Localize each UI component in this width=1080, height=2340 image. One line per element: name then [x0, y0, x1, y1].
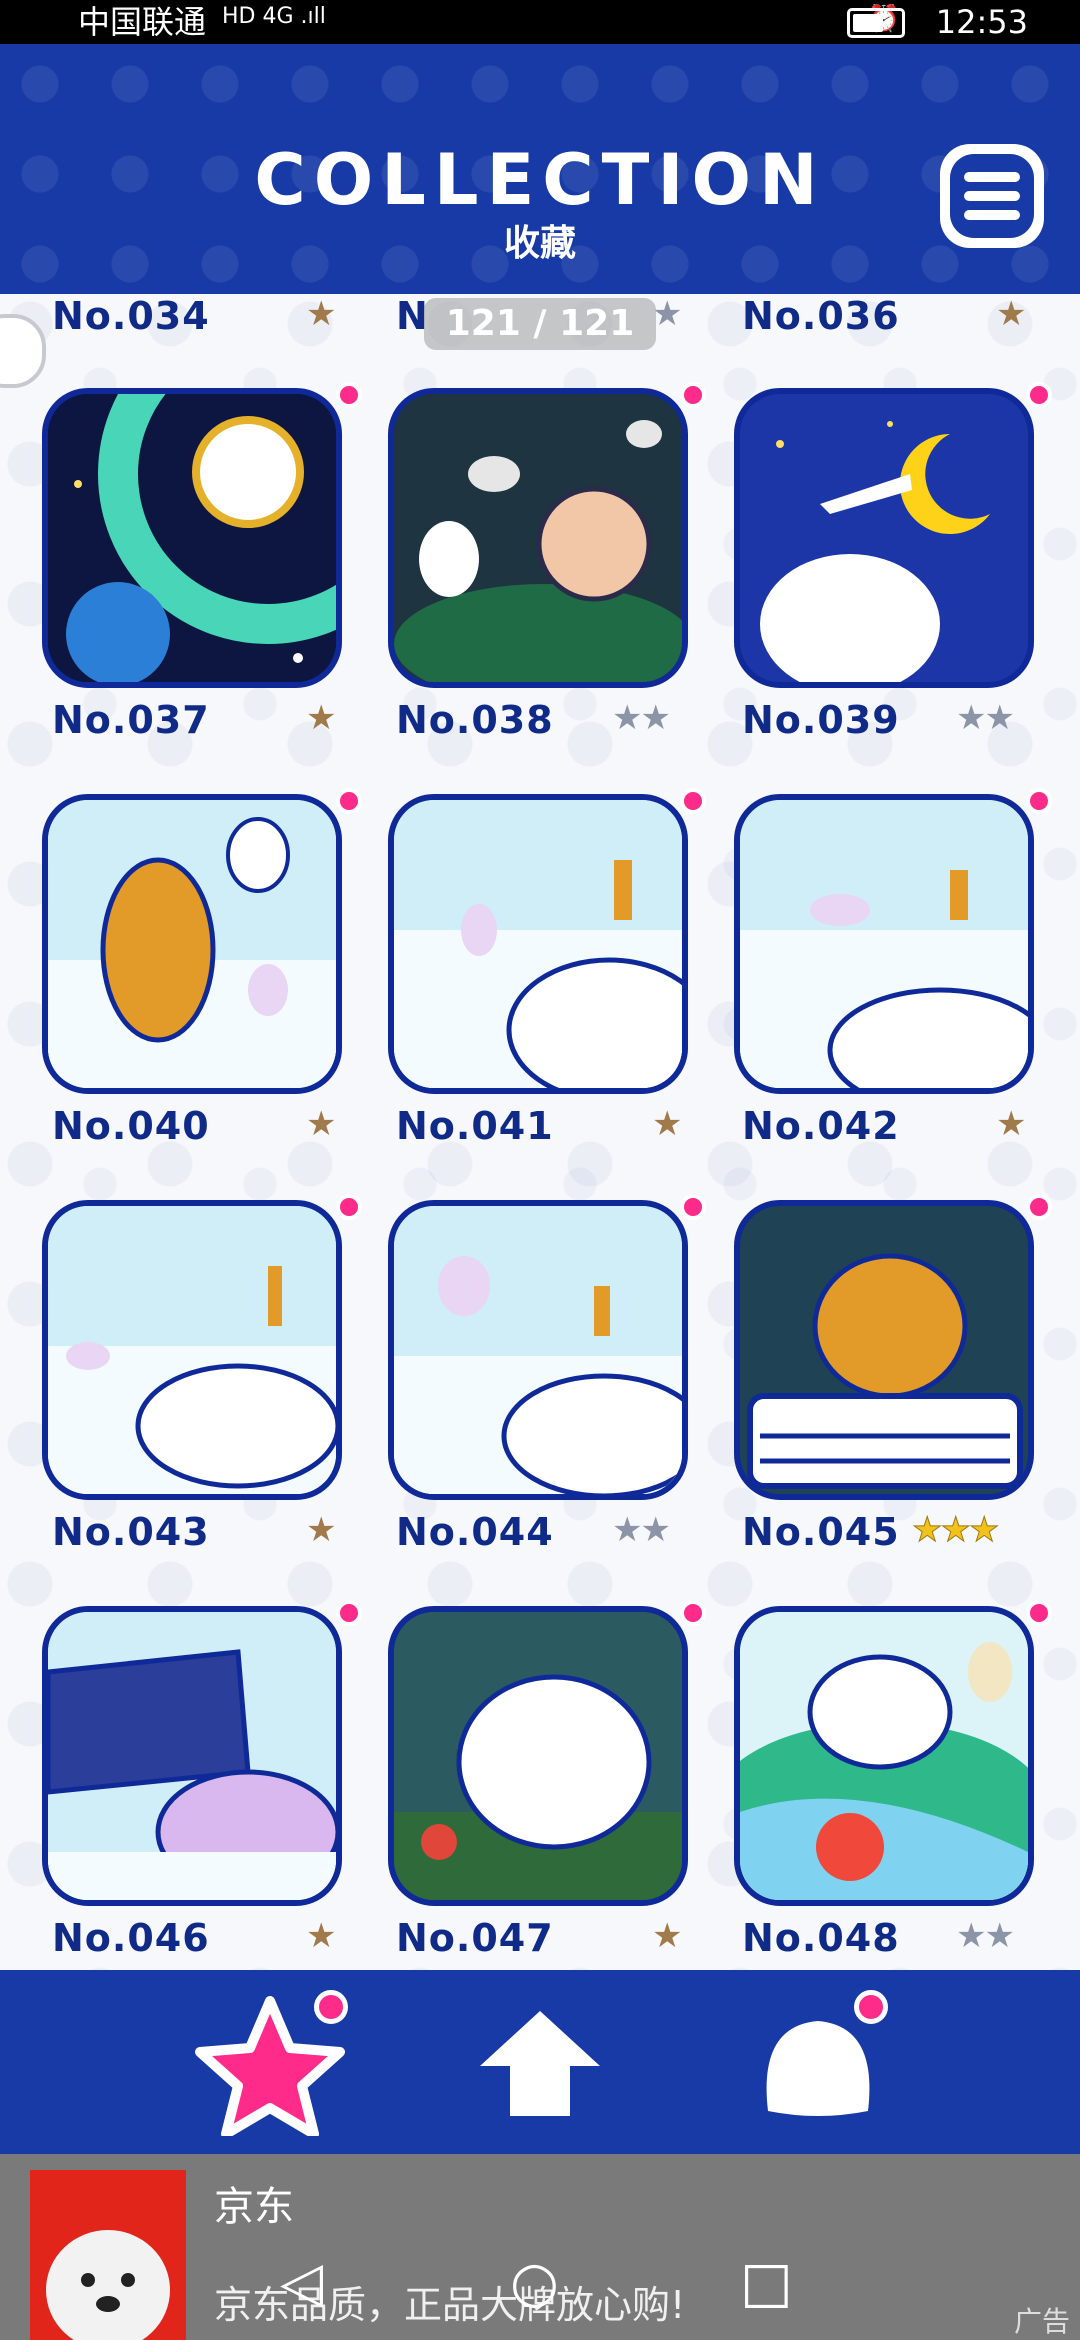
- nav-badge: [854, 1990, 888, 2024]
- star-rating: ★: [306, 698, 337, 738]
- collection-card[interactable]: [734, 1200, 1034, 1500]
- new-badge: [336, 1194, 362, 1220]
- card-artwork: [394, 1206, 682, 1494]
- item-number: No.040: [52, 1104, 210, 1148]
- item-number: No.048: [742, 1916, 900, 1960]
- system-navigation: ◁ ○ □: [0, 2226, 1080, 2340]
- card-artwork: [740, 1612, 1028, 1900]
- star-rating: ★: [652, 1104, 683, 1144]
- item-number: No.039: [742, 698, 900, 742]
- new-badge: [680, 382, 706, 408]
- star-rating: ★: [306, 1916, 337, 1956]
- recents-icon[interactable]: □: [740, 2250, 793, 2315]
- star-rating: ★: [652, 294, 683, 334]
- star-rating: ★★: [612, 698, 671, 738]
- collection-card[interactable]: [388, 1606, 688, 1906]
- card-artwork: [48, 1206, 336, 1494]
- status-bar: 中国联通 HD 4G .ıll ⏰ 12:53: [0, 0, 1080, 44]
- nav-home[interactable]: [470, 2006, 610, 2126]
- card-artwork: [740, 394, 1028, 682]
- character-icon: [766, 2021, 870, 2116]
- item-number: No.043: [52, 1510, 210, 1554]
- ad-title: 京东: [214, 2184, 294, 2230]
- back-icon[interactable]: ◁: [280, 2250, 323, 2315]
- collection-card[interactable]: [734, 1606, 1034, 1906]
- new-badge: [680, 1194, 706, 1220]
- collection-card[interactable]: [42, 388, 342, 688]
- star-rating: ★: [306, 294, 337, 334]
- new-badge: [680, 788, 706, 814]
- page-title: COLLECTION: [254, 139, 826, 221]
- carrier-label: 中国联通: [78, 3, 207, 41]
- item-number: No.037: [52, 698, 210, 742]
- item-number: No.044: [396, 1510, 554, 1554]
- home-circle-icon[interactable]: ○: [510, 2250, 559, 2315]
- item-number: No.045: [742, 1510, 900, 1554]
- side-scroll-tab[interactable]: [0, 314, 46, 388]
- page-subtitle: 收藏: [503, 223, 576, 264]
- menu-button[interactable]: [940, 144, 1044, 248]
- new-badge: [1026, 1194, 1052, 1220]
- item-number: No.042: [742, 1104, 900, 1148]
- hamburger-menu-icon: [950, 154, 1034, 238]
- battery-icon: [847, 8, 905, 38]
- collection-card[interactable]: [42, 794, 342, 1094]
- collection-card[interactable]: [388, 388, 688, 688]
- new-badge: [680, 1600, 706, 1626]
- card-artwork: [394, 394, 682, 682]
- item-number: No.034: [52, 294, 210, 338]
- collection-card[interactable]: [388, 1200, 688, 1500]
- star-rating: ★: [996, 1104, 1027, 1144]
- star-rating: ★: [996, 294, 1027, 334]
- signal-indicators: HD 4G .ıll: [222, 4, 326, 29]
- star-rating: ★★: [956, 1916, 1015, 1956]
- card-artwork: [48, 800, 336, 1088]
- new-badge: [336, 788, 362, 814]
- star-rating: ★★: [956, 698, 1015, 738]
- item-number: No.047: [396, 1916, 554, 1960]
- home-house-icon: [480, 2011, 600, 2116]
- card-artwork: [48, 1612, 336, 1900]
- collection-grid[interactable]: No.034 ★ N ★ No.036 ★ 121 / 121 No.037 ★…: [0, 294, 1080, 1970]
- card-artwork: [394, 1612, 682, 1900]
- star-rating: ★: [306, 1510, 337, 1550]
- clock: 12:53: [935, 3, 1028, 41]
- card-artwork: [740, 1206, 1028, 1494]
- new-badge: [1026, 788, 1052, 814]
- collection-card[interactable]: [42, 1606, 342, 1906]
- new-badge: [336, 382, 362, 408]
- item-number: No.041: [396, 1104, 554, 1148]
- item-number: No.036: [742, 294, 900, 338]
- nav-badge: [314, 1990, 348, 2024]
- collection-card[interactable]: [388, 794, 688, 1094]
- collection-card[interactable]: [734, 794, 1034, 1094]
- item-number: No.046: [52, 1916, 210, 1960]
- card-artwork: [48, 394, 336, 682]
- star-rating: ★: [306, 1104, 337, 1144]
- star-rating: ★★★: [911, 1510, 999, 1551]
- item-number: No.038: [396, 698, 554, 742]
- bottom-navigation: [0, 1970, 1080, 2154]
- collection-card[interactable]: [734, 388, 1034, 688]
- star-rating: ★★: [612, 1510, 671, 1550]
- new-badge: [1026, 382, 1052, 408]
- new-badge: [1026, 1600, 1052, 1626]
- star-rating: ★: [652, 1916, 683, 1956]
- collection-card[interactable]: [42, 1200, 342, 1500]
- card-artwork: [394, 800, 682, 1088]
- header-banner: COLLECTION 收藏: [0, 44, 1080, 294]
- collection-counter: 121 / 121: [424, 298, 656, 350]
- new-badge: [336, 1600, 362, 1626]
- nav-character[interactable]: [748, 2006, 888, 2126]
- card-artwork: [740, 800, 1028, 1088]
